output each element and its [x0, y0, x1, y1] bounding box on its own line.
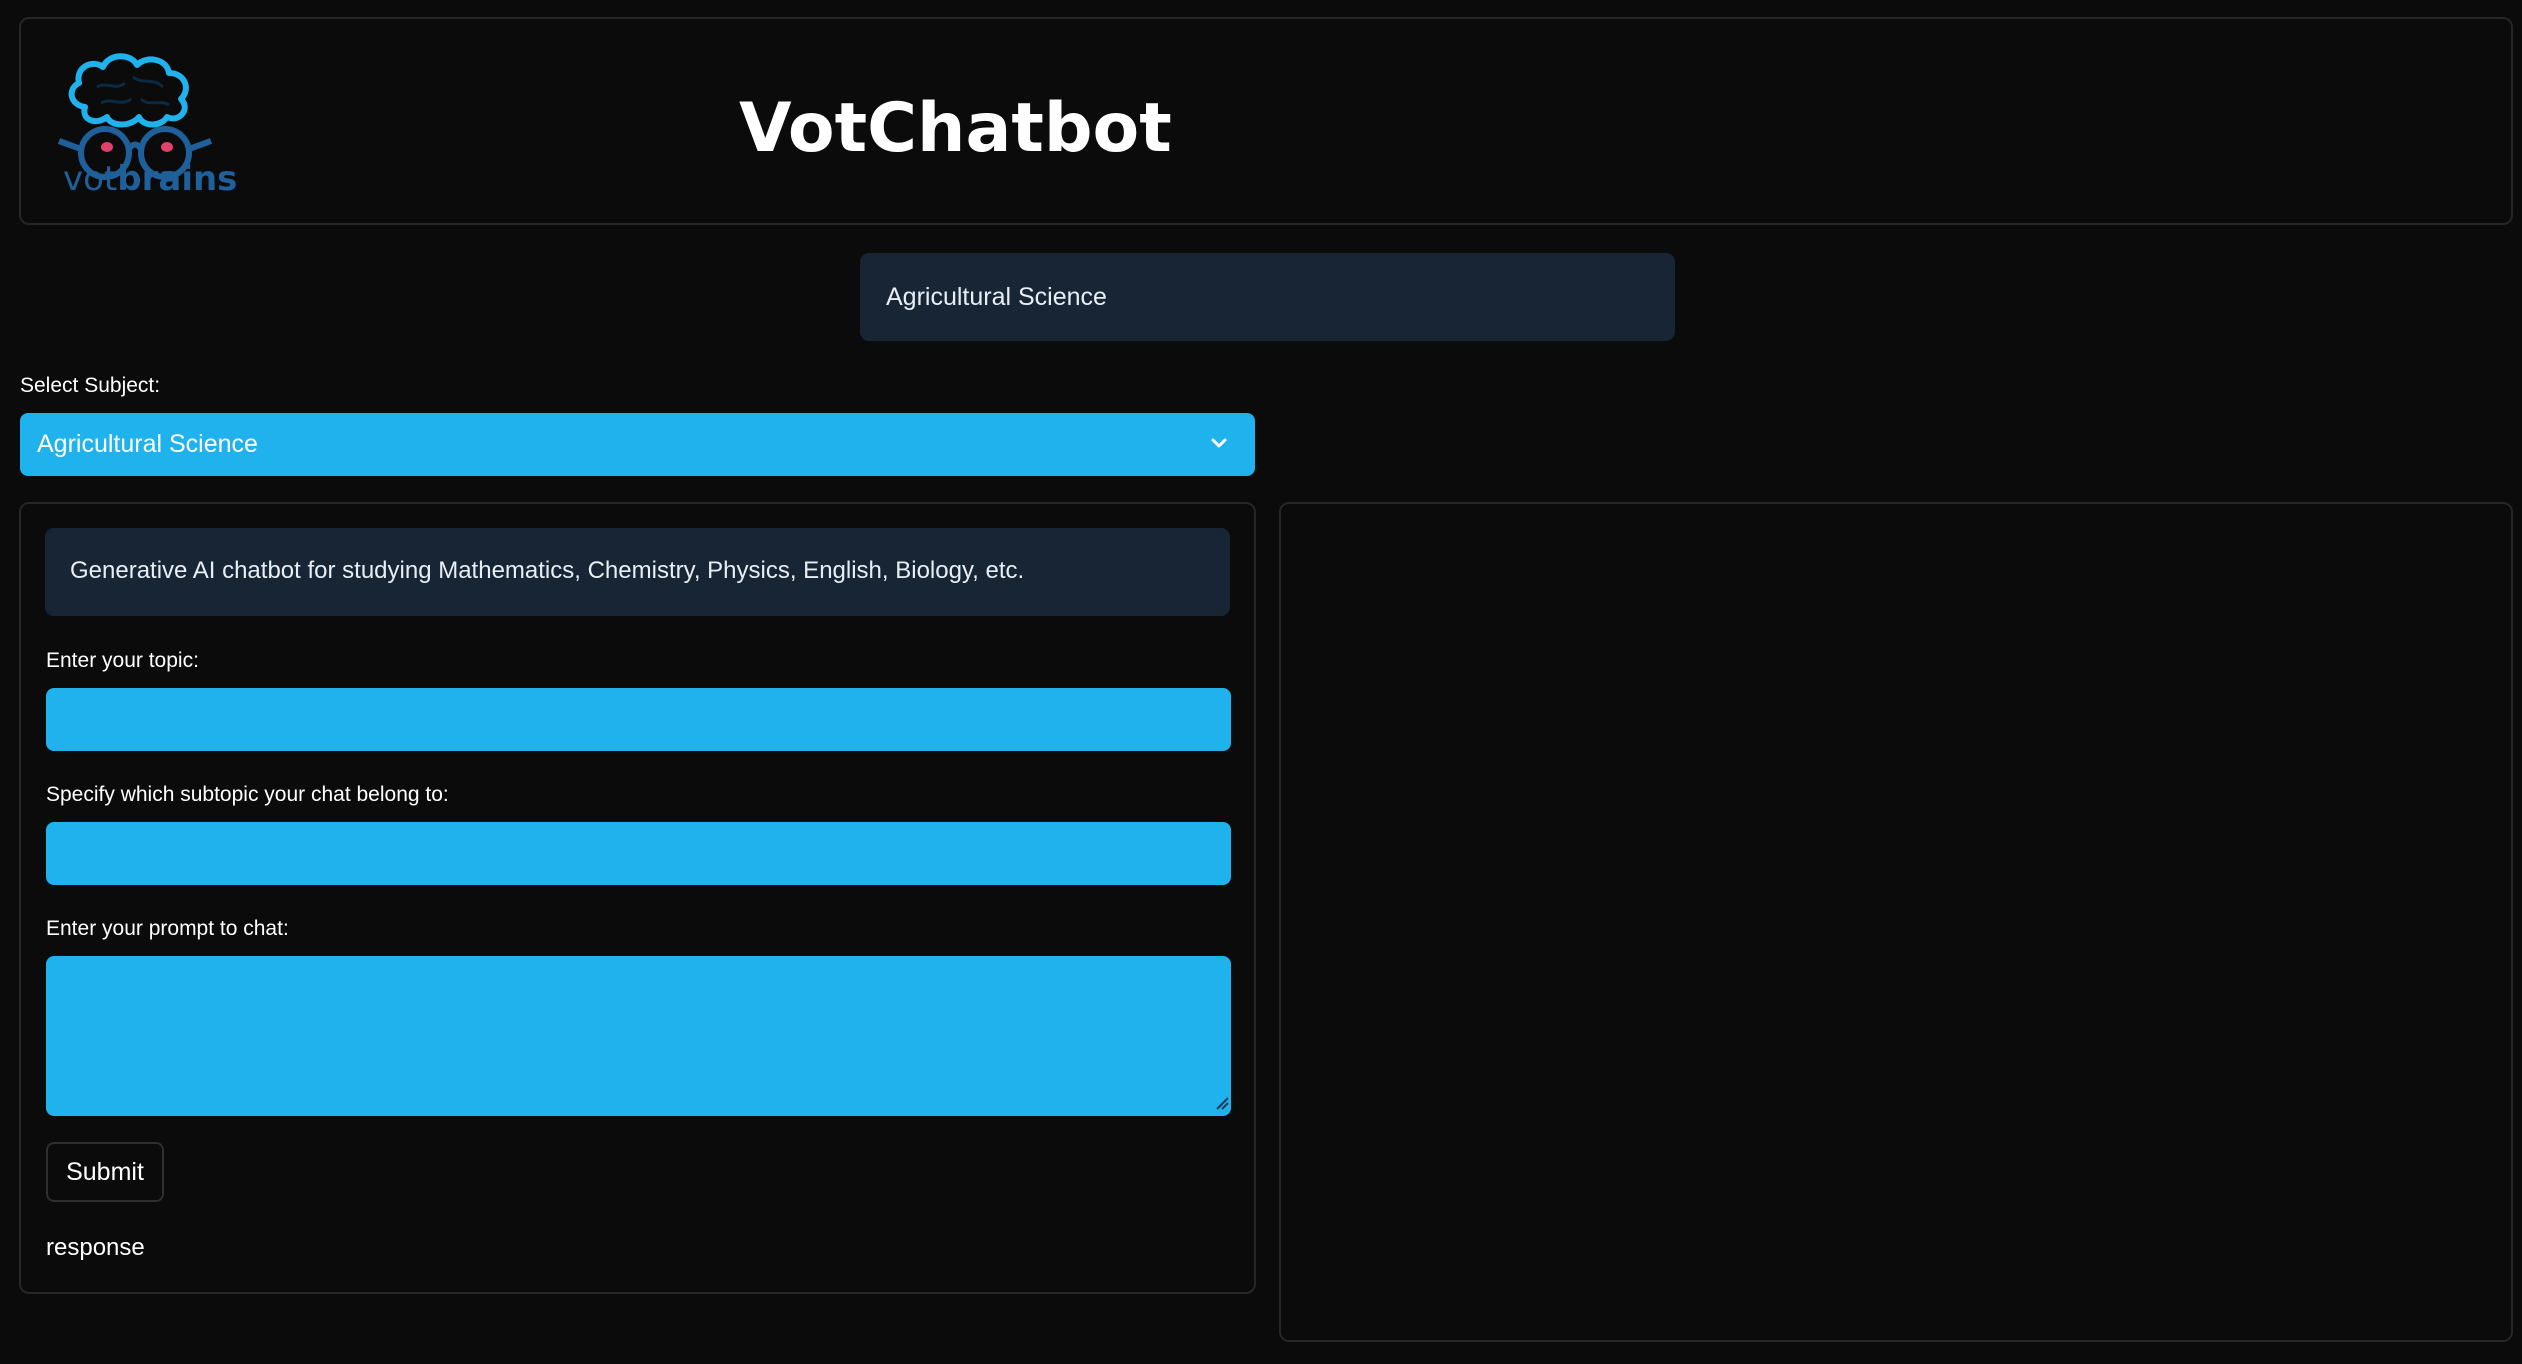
prompt-textarea[interactable]: [46, 956, 1231, 1116]
resize-handle-icon[interactable]: [1215, 1096, 1229, 1110]
topic-label: Enter your topic:: [46, 649, 199, 672]
select-subject-label: Select Subject:: [20, 374, 161, 397]
prompt-label: Enter your prompt to chat:: [46, 917, 289, 940]
chevron-down-icon: [1211, 438, 1227, 448]
subtopic-input[interactable]: [46, 822, 1231, 885]
info-banner: Generative AI chatbot for studying Mathe…: [45, 528, 1230, 616]
logo-text: votbrains: [63, 159, 237, 199]
submit-button[interactable]: Submit: [46, 1142, 164, 1202]
header-card: votbrains VotChatbot: [19, 17, 2513, 225]
chat-form-panel: Generative AI chatbot for studying Mathe…: [19, 502, 1256, 1294]
app-title: VotChatbot: [739, 89, 1172, 168]
subject-select-value: Agricultural Science: [37, 430, 258, 458]
logo-text-light: vot: [63, 159, 118, 199]
selected-subject-display: Agricultural Science: [860, 253, 1675, 341]
response-text: response: [46, 1234, 145, 1261]
subject-select[interactable]: Agricultural Science: [20, 413, 1255, 476]
subtopic-label: Specify which subtopic your chat belong …: [46, 783, 449, 806]
output-panel: [1279, 502, 2513, 1342]
topic-input[interactable]: [46, 688, 1231, 751]
logo-text-bold: brains: [117, 159, 238, 199]
